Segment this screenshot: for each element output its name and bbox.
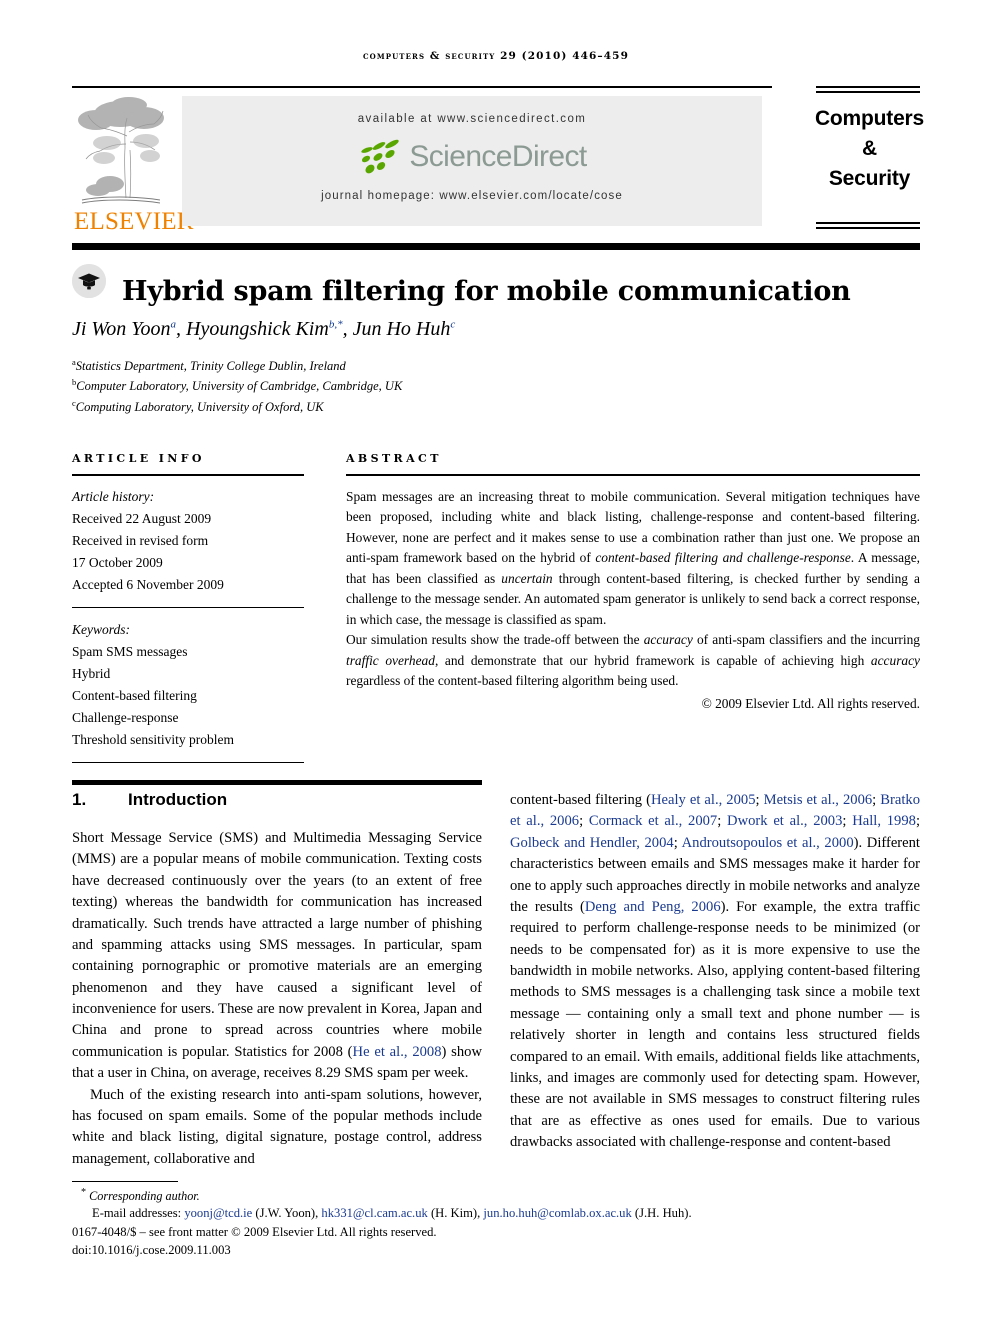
abstract-paragraph-2: Our simulation results show the trade-of… [346,632,920,688]
article-history-item: Received 22 August 2009 [72,510,212,526]
corresponding-author-text: Corresponding author. [89,1189,200,1204]
article-history-label: Article history: [72,488,155,504]
journal-rule-top [816,86,920,93]
intro-paragraph-1: Short Message Service (SMS) and Multimed… [72,830,482,1082]
corresponding-author-note: * Corresponding author. [72,1187,920,1204]
sciencedirect-wordmark: ScienceDirect [409,140,587,173]
affiliation-text-a: Statistics Department, Trinity College D… [75,359,346,374]
article-info-column: ARTICLE INFO Article history: Received 2… [72,452,304,774]
intro-paragraph-2: Much of the existing research into anti-… [72,1086,482,1167]
sciencedirect-logo: ScienceDirect [182,135,762,179]
keyword-item: Hybrid [72,665,111,681]
introduction-rule [72,780,482,785]
section-number: 1. [72,790,87,809]
keyword-item: Challenge-response [72,709,179,725]
available-at-text: available at www.sciencedirect.com [357,113,587,125]
author-list: Ji Won Yoona, Hyoungshick Kimb,*, Jun Ho… [72,318,920,341]
sciencedirect-leaf-icon [361,139,400,174]
article-page: COMPUTERS & SECURITY 29 (2010) 446–459 [0,0,992,1323]
page-title: Hybrid spam filtering for mobile communi… [122,276,851,308]
journal-rule-bottom [816,222,920,229]
masthead-divider-bar [72,243,920,250]
abstract-body: Spam messages are an increasing threat t… [346,476,920,692]
abstract-column: ABSTRACT Spam messages are an increasing… [346,452,920,712]
footnote-block: * Corresponding author. E-mail addresses… [72,1181,920,1258]
running-head: COMPUTERS & SECURITY 29 (2010) 446–459 [72,50,920,62]
keyword-item: Content-based filtering [72,687,197,703]
body-column-right: content-based filtering (Healy et al., 2… [510,790,920,1153]
journal-title-line-3: Security [828,166,911,190]
elsevier-wordmark: ELSEVIER [74,208,194,235]
footnote-rule [72,1181,178,1183]
article-history-block: Article history: Received 22 August 2009… [72,476,304,596]
article-info-rule-bottom [72,761,304,763]
keywords-block: Keywords: Spam SMS messages Hybrid Conte… [72,619,304,751]
abstract-paragraph-1: Spam messages are an increasing threat t… [346,488,920,627]
section-title: Introduction [128,790,228,809]
journal-title-line-1: Computers [814,107,925,130]
affiliation-text-c: Computing Laboratory, University of Oxfo… [75,399,324,414]
masthead: ELSEVIER available at www.sciencedirect.… [72,86,924,238]
journal-title-line-2: & [862,136,877,160]
intro-paragraph-3: content-based filtering (Healy et al., 2… [510,792,920,1150]
title-row: Hybrid spam filtering for mobile communi… [72,258,920,325]
asterisk-icon: * [81,1187,87,1199]
elsevier-tree-icon [74,96,166,208]
body-column-left: 1. Introduction Short Message Service (S… [72,790,482,1170]
authors-text: Ji Won Yoona, Hyoungshick Kimb,*, Jun Ho… [72,318,456,340]
article-info-label: ARTICLE INFO [72,452,205,465]
section-heading-introduction: 1. Introduction [72,790,482,810]
email-addresses-line: E-mail addresses: yoonj@tcd.ie (J.W. Yoo… [92,1206,692,1221]
graduation-cap-icon [72,264,106,298]
sciencedirect-panel: available at www.sciencedirect.com Scien… [182,96,762,226]
article-history-item: Received in revised form [72,532,209,548]
abstract-label: ABSTRACT [346,452,442,465]
affiliation-text-b: Computer Laboratory, University of Cambr… [76,379,403,394]
masthead-rule-left [72,86,772,88]
article-info-rule-mid [72,606,304,608]
copyright-line: © 2009 Elsevier Ltd. All rights reserved… [701,695,920,711]
journal-title-block: Computers & Security [782,104,957,193]
elsevier-logo: ELSEVIER [74,96,194,238]
front-matter-line: 0167-4048/$ – see front matter © 2009 El… [72,1225,437,1240]
affiliation-c: cComputing Laboratory, University of Oxf… [72,397,920,417]
article-history-item: 17 October 2009 [72,554,163,570]
doi-line: doi:10.1016/j.cose.2009.11.003 [72,1243,231,1258]
affiliation-list: aStatistics Department, Trinity College … [72,356,920,417]
running-head-text: COMPUTERS & SECURITY 29 (2010) 446–459 [363,50,629,62]
affiliation-b: bComputer Laboratory, University of Camb… [72,376,920,396]
keyword-item: Spam SMS messages [72,643,188,659]
article-history-item: Accepted 6 November 2009 [72,576,224,592]
keyword-item: Threshold sensitivity problem [72,731,234,747]
keywords-label: Keywords: [72,621,130,637]
affiliation-a: aStatistics Department, Trinity College … [72,356,920,376]
journal-homepage-text: journal homepage: www.elsevier.com/locat… [321,190,623,202]
